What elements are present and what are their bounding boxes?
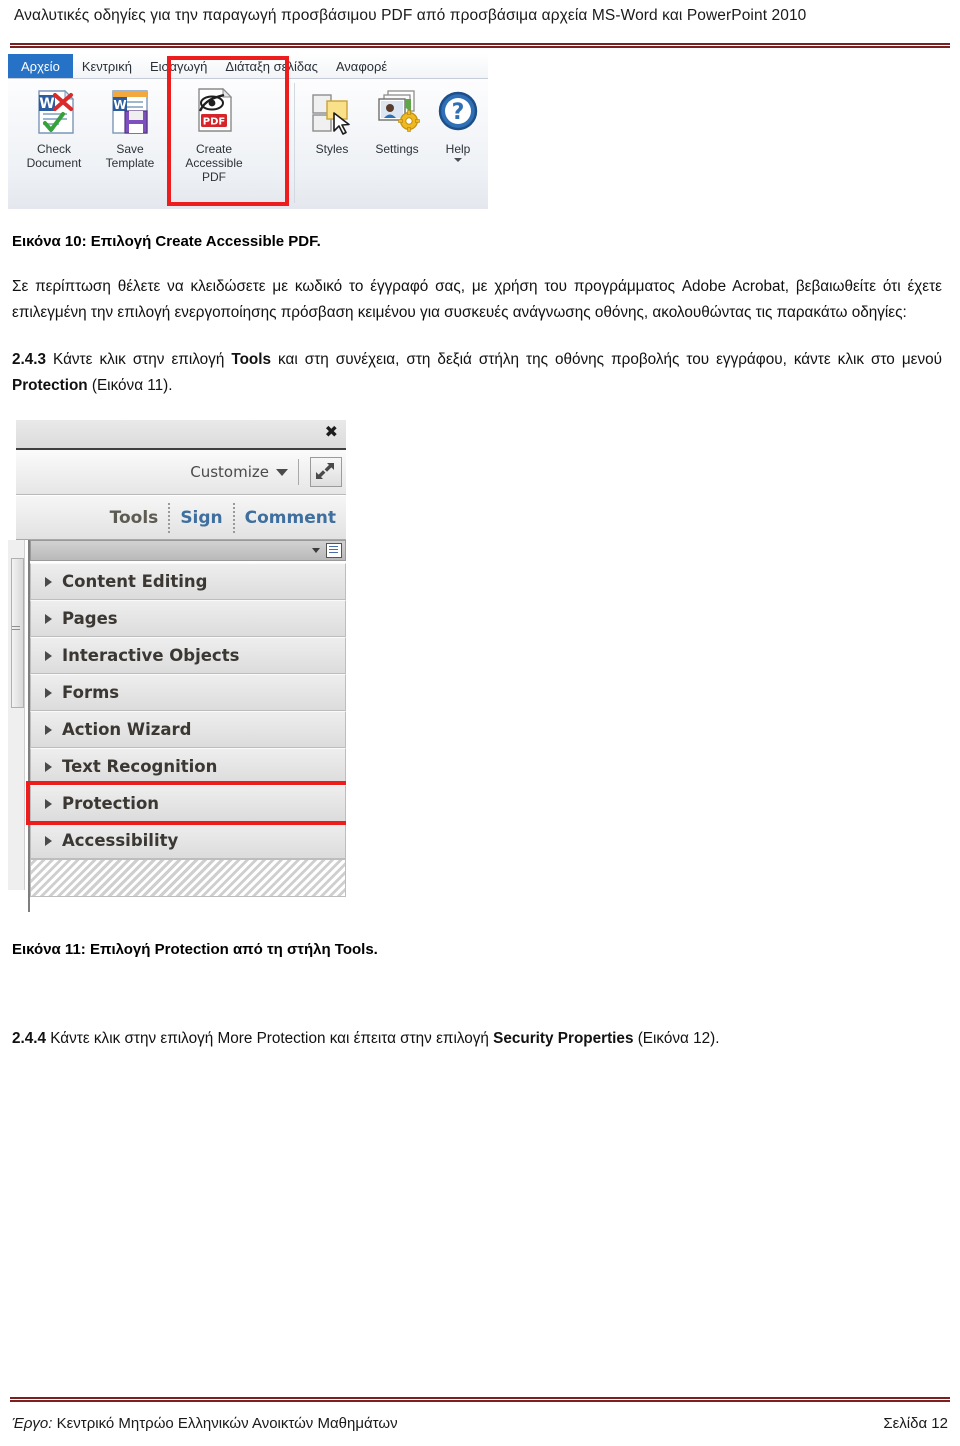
ribbon-tab-page-layout[interactable]: Διάταξη σελίδας xyxy=(216,54,326,78)
tools-item-label: Action Wizard xyxy=(62,720,192,739)
ribbon-tab-bar: Αρχείο Κεντρική Εισαγωγή Διάταξη σελίδας… xyxy=(8,54,488,79)
customize-label: Customize xyxy=(190,463,269,481)
step-2-4-3: 2.4.3 Κάντε κλικ στην επιλογή Tools και … xyxy=(12,347,942,398)
panel-scrollbar[interactable] xyxy=(8,540,25,890)
ribbon-label-styles: Styles xyxy=(315,142,349,156)
chevron-down-icon[interactable] xyxy=(312,548,320,553)
intro-paragraph: Σε περίπτωση θέλετε να κλειδώσετε με κωδ… xyxy=(12,278,942,321)
ribbon-label-settings: Settings xyxy=(375,142,419,156)
word-save-template-icon: W xyxy=(103,85,157,139)
triangle-right-icon xyxy=(45,613,52,624)
close-icon[interactable]: ✖ xyxy=(325,424,338,440)
triangle-right-icon xyxy=(45,761,52,772)
footer-project: Έργο: Κεντρικό Μητρώο Ελληνικών Ανοικτών… xyxy=(12,1415,398,1432)
tools-item-label: Interactive Objects xyxy=(62,646,240,665)
svg-text:W: W xyxy=(39,96,54,112)
word-check-document-icon: W xyxy=(27,85,81,139)
triangle-right-icon xyxy=(45,687,52,698)
step-2-4-3-bold-protection: Protection xyxy=(12,376,88,394)
ribbon-button-check-document[interactable]: W Check Document xyxy=(16,85,92,170)
ribbon-label-create-accessible-pdf: Create Accessible PDF xyxy=(185,142,243,184)
figure-caption-10: Εικόνα 10: Επιλογή Create Accessible PDF… xyxy=(12,233,321,250)
ribbon-body: W Check Document W Save Template PDF Cre… xyxy=(8,56,488,209)
page-header-title: Αναλυτικές οδηγίες για την παραγωγή προσ… xyxy=(14,7,807,24)
tools-item-protection[interactable]: Protection xyxy=(30,785,346,822)
ribbon-tab-file[interactable]: Αρχείο xyxy=(8,54,73,78)
acrobat-titlebar: ✖ xyxy=(16,420,346,450)
tab-sign[interactable]: Sign xyxy=(170,508,232,528)
ribbon-tab-home[interactable]: Κεντρική xyxy=(73,54,141,78)
tools-item-action-wizard[interactable]: Action Wizard xyxy=(30,711,346,748)
step-2-4-4: 2.4.4 Κάντε κλικ στην επιλογή More Prote… xyxy=(12,1026,942,1052)
step-2-4-4-text-2: (Εικόνα 12). xyxy=(633,1030,720,1047)
tools-item-accessibility[interactable]: Accessibility xyxy=(30,822,346,859)
acrobat-tab-bar: Tools Sign Comment xyxy=(16,496,346,540)
ribbon-tab-references[interactable]: Αναφορέ xyxy=(327,54,396,78)
chevron-down-icon[interactable] xyxy=(454,158,462,162)
ribbon-group-separator xyxy=(294,83,295,203)
ribbon-label-check-document: Check Document xyxy=(26,142,82,170)
scrollbar-grip-icon xyxy=(12,626,20,632)
tools-item-label: Accessibility xyxy=(62,831,179,850)
triangle-right-icon xyxy=(45,650,52,661)
styles-icon xyxy=(305,85,359,139)
figure-acrobat-tools-panel: ✖ Customize Tools Sign Comment Content E… xyxy=(8,418,346,912)
svg-text:?: ? xyxy=(452,100,465,125)
footer-page-number: Σελίδα 12 xyxy=(883,1415,948,1432)
help-icon: ? xyxy=(431,85,485,139)
tools-item-interactive-objects[interactable]: Interactive Objects xyxy=(30,637,346,674)
ribbon-button-help[interactable]: ? Help xyxy=(432,85,484,162)
step-2-4-4-text-1: Κάντε κλικ στην επιλογή More Protection … xyxy=(46,1030,494,1047)
step-2-4-3-text-2: και στη συνέχεια, στη δεξιά στήλη της οθ… xyxy=(271,351,942,368)
customize-button[interactable]: Customize xyxy=(190,463,288,481)
svg-text:W: W xyxy=(113,98,126,112)
triangle-right-icon xyxy=(45,835,52,846)
tab-tools[interactable]: Tools xyxy=(100,508,169,528)
figure-word-ribbon: Αρχείο Κεντρική Εισαγωγή Διάταξη σελίδας… xyxy=(8,54,488,209)
triangle-right-icon xyxy=(45,724,52,735)
tools-item-pages[interactable]: Pages xyxy=(30,600,346,637)
step-2-4-4-number: 2.4.4 xyxy=(12,1030,47,1047)
ribbon-tab-insert[interactable]: Εισαγωγή xyxy=(141,54,216,78)
tools-item-content-editing[interactable]: Content Editing xyxy=(30,563,346,600)
footer-divider-rule xyxy=(10,1397,950,1402)
footer-project-label: Έργο: xyxy=(12,1415,53,1432)
step-2-4-3-number: 2.4.3 xyxy=(12,351,47,368)
tools-item-label: Content Editing xyxy=(62,572,208,591)
chevron-down-icon[interactable] xyxy=(276,468,288,476)
list-view-icon[interactable] xyxy=(326,543,342,558)
header-divider-rule xyxy=(10,43,950,48)
tools-item-forms[interactable]: Forms xyxy=(30,674,346,711)
settings-icon xyxy=(370,85,424,139)
step-2-4-3-text-3: (Εικόνα 11). xyxy=(87,376,173,394)
tools-list-header xyxy=(30,540,346,561)
expand-arrows-icon[interactable] xyxy=(310,457,342,487)
svg-text:PDF: PDF xyxy=(203,117,225,128)
toolbar-divider xyxy=(298,459,299,485)
step-2-4-3-text-1: Κάντε κλικ στην επιλογή xyxy=(46,351,232,368)
ribbon-button-settings[interactable]: Settings xyxy=(360,85,434,156)
triangle-right-icon xyxy=(45,576,52,587)
tools-item-text-recognition[interactable]: Text Recognition xyxy=(30,748,346,785)
tools-item-label: Forms xyxy=(62,683,120,702)
step-2-4-3-bold-tools: Tools xyxy=(231,351,272,368)
tools-item-label: Text Recognition xyxy=(62,757,218,776)
ribbon-label-save-template: Save Template xyxy=(105,142,155,170)
figure-caption-11: Εικόνα 11: Επιλογή Protection από τη στή… xyxy=(12,941,378,958)
tab-comment[interactable]: Comment xyxy=(235,508,346,528)
ribbon-button-create-accessible-pdf[interactable]: PDF Create Accessible PDF xyxy=(176,85,252,184)
ribbon-button-styles[interactable]: Styles xyxy=(300,85,364,156)
ribbon-label-help: Help xyxy=(445,142,471,156)
tools-item-label: Pages xyxy=(62,609,118,628)
page-header: Αναλυτικές οδηγίες για την παραγωγή προσ… xyxy=(14,6,944,26)
step-2-4-4-bold-security-properties: Security Properties xyxy=(493,1030,634,1047)
ribbon-button-save-template[interactable]: W Save Template xyxy=(92,85,168,170)
scrollbar-thumb[interactable] xyxy=(11,558,24,708)
tools-item-label: Protection xyxy=(62,794,160,813)
create-accessible-pdf-icon: PDF xyxy=(187,85,241,139)
triangle-right-icon xyxy=(45,798,52,809)
panel-empty-area xyxy=(30,859,346,897)
footer-project-name: Κεντρικό Μητρώο Ελληνικών Ανοικτών Μαθημ… xyxy=(52,1415,398,1432)
acrobat-customize-row: Customize xyxy=(16,450,346,495)
